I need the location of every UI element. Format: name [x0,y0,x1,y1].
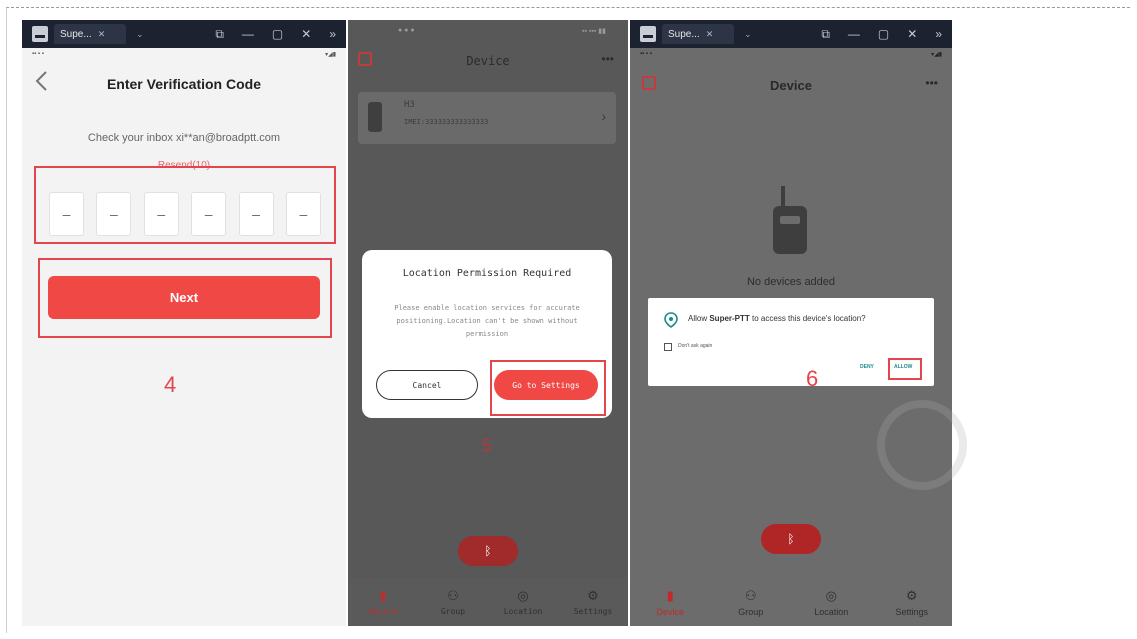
close-tab-icon[interactable]: ✕ [98,29,106,40]
maximize-icon[interactable]: ▢ [878,27,889,42]
more-icon[interactable]: ••• [925,76,938,90]
chevron-down-icon[interactable]: ⌄ [744,29,752,40]
bluetooth-fab[interactable]: ᛒ [761,524,821,554]
cancel-button[interactable]: Cancel [376,370,478,400]
nav-device[interactable]: ▮ Device [630,588,711,617]
walkie-talkie-icon: ▮ [666,587,674,603]
dialog-title: Location Permission Required [402,268,572,279]
chevron-down-icon[interactable]: ⌄ [136,29,144,40]
nav-device[interactable]: ▮ Device [348,588,418,616]
minimize-icon[interactable]: — [848,27,860,42]
status-left-icons: ▪▪ ▪ ▪ [640,51,652,57]
dialog-message: Please enable location services for accu… [394,304,580,338]
location-icon: ◎ [825,587,837,603]
code-highlight-box [34,166,336,244]
bluetooth-fab[interactable]: ᛒ [458,536,518,566]
step-number: 6 [806,366,819,391]
allow-highlight-box [888,358,922,380]
bottom-nav: ▮ Device ⚇ Group ◎ Location ⚙ Settings [630,578,952,626]
nav-settings[interactable]: ⚙ Settings [558,588,628,616]
signal-icon: ▾◢▮ [931,51,942,58]
permission-suffix: to access this device's location? [749,314,866,323]
bottom-nav: ▮ Device ⚇ Group ◎ Location ⚙ Settings [348,578,628,626]
nav-settings[interactable]: ⚙ Settings [872,588,953,617]
page-title: Device [770,78,812,93]
next-highlight-box [38,258,332,338]
deny-button[interactable]: DENY [860,364,874,370]
nav-location[interactable]: ◎ Location [791,588,872,617]
close-tab-icon[interactable]: ✕ [706,29,714,40]
nav-group[interactable]: ⚇ Group [711,588,792,617]
window-tab-label: Supe... [60,28,92,40]
location-icon: ◎ [517,588,529,603]
chevron-right-icon: › [601,108,606,124]
status-bar: ● ● ● ▪▪ ▪▪▪ ▮▮ [348,20,628,42]
window-titlebar: Supe... ✕ ⌄ ⧉ — ▢ ✕ » [630,20,952,48]
nav-label: Location [503,607,543,616]
permission-question: Allow Super-PTT to access this device's … [688,314,866,323]
more-chevron-icon[interactable]: » [935,27,942,42]
screenshot-location-dialog: ● ● ● ▪▪ ▪▪▪ ▮▮ Device ••• H3 IMEI:33333… [348,20,628,626]
window-tab-label: Supe... [668,28,700,40]
status-bar: ▪▪ ▪ ▪ ▾◢▮ [630,48,952,60]
nav-label: Device [656,606,684,617]
window-tab[interactable]: Supe... ✕ [662,24,734,44]
maximize-icon[interactable]: ▢ [272,27,283,42]
screenshot-system-permission: Supe... ✕ ⌄ ⧉ — ▢ ✕ » ▪▪ ▪ ▪ ▾◢▮ Device … [630,20,952,626]
watermark-logo [877,400,967,490]
close-icon[interactable]: ✕ [301,27,311,42]
settings-icon: ⚙ [905,587,918,603]
screenshot-verification: Supe... ✕ ⌄ ⧉ — ▢ ✕ » ▪▪ ▪ ▪ ▾◢▮ Enter V… [22,20,346,626]
location-pin-icon [664,312,678,328]
permission-app-name: Super-PTT [709,314,750,323]
group-icon: ⚇ [447,588,459,603]
status-left-icons: ▪▪ ▪ ▪ [32,51,44,57]
nav-label: Device [368,607,398,616]
walkie-talkie-icon: ▮ [379,588,387,603]
close-icon[interactable]: ✕ [907,27,917,42]
window-tab[interactable]: Supe... ✕ [54,24,126,44]
nav-label: Group [738,606,764,617]
nav-group[interactable]: ⚇ Group [418,588,488,616]
nav-label: Location [814,606,849,617]
restore-icon[interactable]: ⧉ [821,27,830,42]
bluetooth-icon: ᛒ [484,544,492,558]
location-permission-dialog: Location Permission Required Please enab… [362,250,612,418]
device-imei: IMEI:333333333333333 [404,118,489,126]
settings-highlight-box [490,360,606,416]
walkie-talkie-icon [368,102,382,132]
more-icon[interactable]: ••• [601,52,614,66]
window-titlebar: Supe... ✕ ⌄ ⧉ — ▢ ✕ » [22,20,346,48]
step-number: 5 [482,436,493,456]
group-icon: ⚇ [744,587,757,603]
minimize-icon[interactable]: — [242,27,254,42]
dont-ask-label: Don't ask again [678,343,713,349]
empty-state-text: No devices added [746,276,836,288]
nav-label: Group [440,607,466,616]
status-bar: ▪▪ ▪ ▪ ▾◢▮ [22,48,346,60]
status-left-icons: ● ● ● [398,27,415,34]
step-number: 4 [164,372,177,397]
device-name: H3 [404,100,415,110]
inbox-hint: Check your inbox xi**an@broadptt.com [87,132,281,144]
restore-icon[interactable]: ⧉ [215,27,224,42]
app-logo-icon [640,26,656,42]
page-title: Enter Verification Code [106,76,262,92]
permission-prefix: Allow [688,314,710,323]
dont-ask-checkbox[interactable] [664,343,672,351]
nav-label: Settings [573,607,613,616]
walkie-talkie-icon [773,186,807,254]
status-right-icons: ▪▪ ▪▪▪ ▮▮ [581,28,606,35]
signal-icon: ▾◢▮ [325,51,336,58]
app-logo-icon [32,26,48,42]
device-card[interactable]: H3 IMEI:333333333333333 › [358,92,616,144]
more-chevron-icon[interactable]: » [329,27,336,42]
page-title: Device [466,54,510,68]
bluetooth-icon: ᛒ [787,532,795,546]
nav-label: Settings [895,606,929,617]
settings-icon: ⚙ [587,588,599,603]
system-permission-dialog: Allow Super-PTT to access this device's … [648,298,934,386]
nav-location[interactable]: ◎ Location [488,588,558,616]
